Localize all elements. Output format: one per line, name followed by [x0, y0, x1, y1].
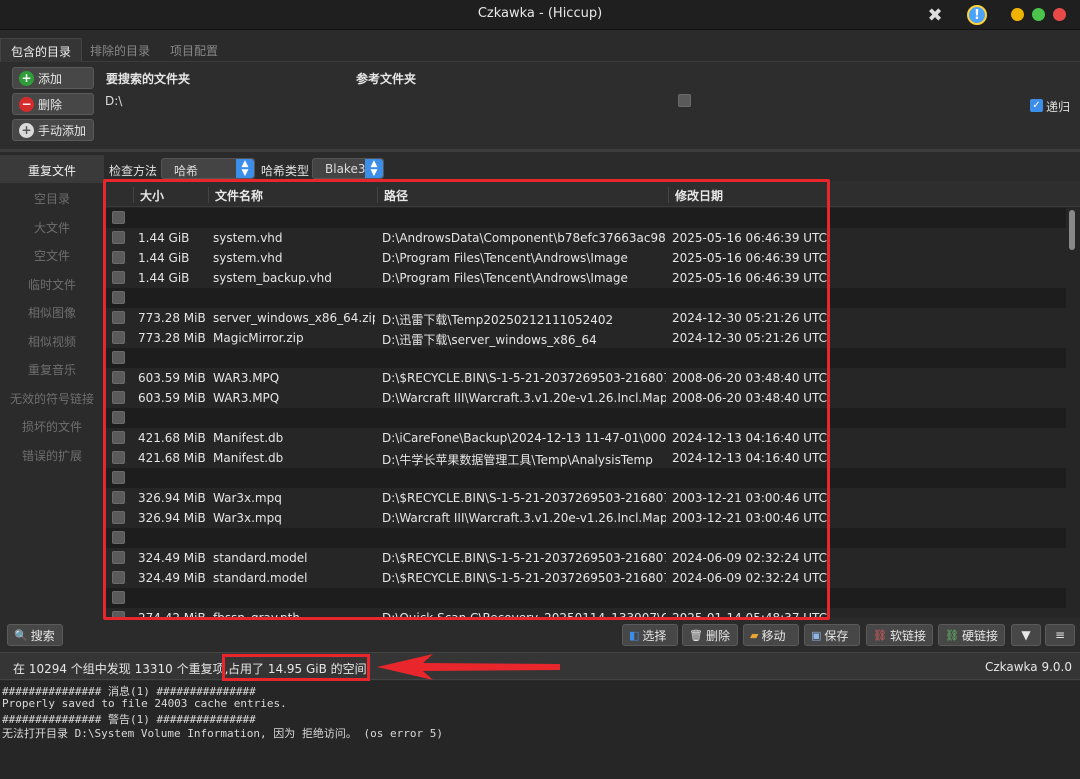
tab-project-settings[interactable]: 项目配置: [160, 38, 228, 62]
sidebar-item-invalid-symlinks[interactable]: 无效的符号链接: [0, 383, 104, 411]
save-icon: ▣: [811, 628, 822, 642]
remove-directory-button[interactable]: − 删除: [12, 93, 94, 115]
sidebar-item-temporary-files[interactable]: 临时文件: [0, 269, 104, 297]
plus-icon: +: [19, 122, 34, 138]
sidebar-item-big-files[interactable]: 大文件: [0, 212, 104, 240]
log-line: ############### 消息(1) ###############: [2, 685, 256, 698]
tools-icon[interactable]: ✖: [924, 4, 946, 26]
hash-type-label: 哈希类型: [261, 164, 310, 178]
symlink-label: 软链接: [889, 628, 926, 643]
version-label: Czkawka 9.0.0: [984, 660, 1072, 674]
save-label: 保存: [824, 628, 849, 643]
select-button[interactable]: ◧ 选择: [622, 624, 678, 646]
plus-icon: +: [19, 70, 34, 86]
directory-panel: + 添加 − 删除 + 手动添加 要搜索的文件夹 参考文件夹 D:\ ✓: [0, 62, 1080, 152]
recursive-checkbox[interactable]: ✓: [1030, 99, 1043, 112]
remove-label: 删除: [38, 97, 63, 112]
top-tabs: 包含的目录 排除的目录 项目配置: [0, 38, 1080, 62]
sidebar-item-empty-folders[interactable]: 空目录: [0, 183, 104, 211]
hash-type-select[interactable]: Blake3 ▲ ▼: [312, 158, 384, 179]
info-icon[interactable]: !: [966, 4, 988, 26]
select-icon: ◧: [629, 628, 640, 642]
bottom-toolbar: 🔍 搜索 ◧ 选择 🗑 删除 ▰ 移动 ▣ 保存 ⛓ 软链接 ⛓ 硬链接 ▼ ≡: [0, 620, 1080, 650]
sidebar-item-duplicate-music[interactable]: 重复音乐: [0, 354, 104, 382]
highlight-box-space: [222, 654, 370, 681]
options-button[interactable]: ≡: [1045, 624, 1075, 646]
reference-folders-header: 参考文件夹: [356, 72, 417, 86]
method-bar: 检查方法 哈希 ▲ ▼ 哈希类型 Blake3 ▲ ▼: [104, 155, 1080, 181]
manual-add-label: 手动添加: [38, 123, 87, 138]
window-title: Czkawka - (Hiccup): [477, 6, 603, 21]
add-label: 添加: [38, 71, 63, 86]
directory-path[interactable]: D:\: [105, 94, 122, 108]
highlight-box-results: [103, 179, 830, 620]
sidebar-item-bad-extensions[interactable]: 错误的扩展: [0, 440, 104, 468]
sidebar-item-similar-images[interactable]: 相似图像: [0, 297, 104, 325]
move-label: 移动: [761, 628, 786, 643]
log-line: ############### 警告(1) ###############: [2, 713, 256, 726]
red-arrow-icon: [377, 654, 560, 680]
results-scrollbar[interactable]: [1069, 210, 1075, 250]
folder-icon: ▰: [750, 628, 759, 642]
log-line: 无法打开目录 D:\System Volume Information, 因为 …: [2, 727, 444, 740]
close-button[interactable]: [1053, 8, 1066, 21]
search-label: 搜索: [30, 628, 55, 643]
sidebar-item-duplicate-files[interactable]: 重复文件: [0, 155, 104, 183]
chevron-updown-icon: ▲ ▼: [365, 159, 383, 178]
reference-checkbox[interactable]: [678, 94, 691, 107]
log-output: ############### 消息(1) ############### Pr…: [0, 681, 1080, 779]
sort-button[interactable]: ▼: [1011, 624, 1041, 646]
check-method-select[interactable]: 哈希 ▲ ▼: [161, 158, 255, 179]
search-button[interactable]: 🔍 搜索: [7, 624, 63, 646]
move-button[interactable]: ▰ 移动: [743, 624, 799, 646]
tab-included-dirs[interactable]: 包含的目录: [0, 38, 83, 62]
hash-type-value: Blake3: [325, 162, 366, 176]
hardlink-label: 硬链接: [961, 628, 998, 643]
sidebar-item-similar-videos[interactable]: 相似视频: [0, 326, 104, 354]
symlink-button[interactable]: ⛓ 软链接: [866, 624, 933, 646]
chevron-updown-icon: ▲ ▼: [236, 159, 254, 178]
tool-sidebar: 重复文件 空目录 大文件 空文件 临时文件 相似图像 相似视频 重复音乐 无效的…: [0, 155, 104, 618]
recursive-label: 递归: [1046, 100, 1071, 114]
delete-label: 删除: [705, 628, 730, 643]
title-bar: Czkawka - (Hiccup) ✖ !: [0, 0, 1080, 30]
minimize-button[interactable]: [1011, 8, 1024, 21]
search-icon: 🔍: [14, 628, 28, 642]
save-button[interactable]: ▣ 保存: [804, 624, 860, 646]
list-icon: ≡: [1054, 628, 1066, 642]
delete-button[interactable]: 🗑 删除: [682, 624, 738, 646]
select-label: 选择: [642, 628, 667, 643]
check-method-label: 检查方法: [109, 164, 158, 178]
trash-icon: 🗑: [689, 628, 703, 642]
link-icon: ⛓: [873, 628, 887, 642]
hardlink-button[interactable]: ⛓ 硬链接: [938, 624, 1005, 646]
tab-excluded-dirs[interactable]: 排除的目录: [80, 38, 160, 62]
sidebar-item-broken-files[interactable]: 损坏的文件: [0, 411, 104, 439]
maximize-button[interactable]: [1032, 8, 1045, 21]
search-folders-header: 要搜索的文件夹: [106, 72, 191, 86]
add-directory-button[interactable]: + 添加: [12, 67, 94, 89]
minus-icon: −: [19, 96, 34, 112]
sidebar-item-empty-files[interactable]: 空文件: [0, 240, 104, 268]
status-found-text: 在 10294 个组中发现 13310 个重复项,: [13, 662, 229, 676]
log-line: Properly saved to file 24003 cache entri…: [2, 697, 287, 710]
check-method-value: 哈希: [174, 164, 199, 178]
manual-add-button[interactable]: + 手动添加: [12, 119, 94, 141]
sort-icon: ▼: [1021, 628, 1031, 642]
link-icon: ⛓: [945, 628, 959, 642]
